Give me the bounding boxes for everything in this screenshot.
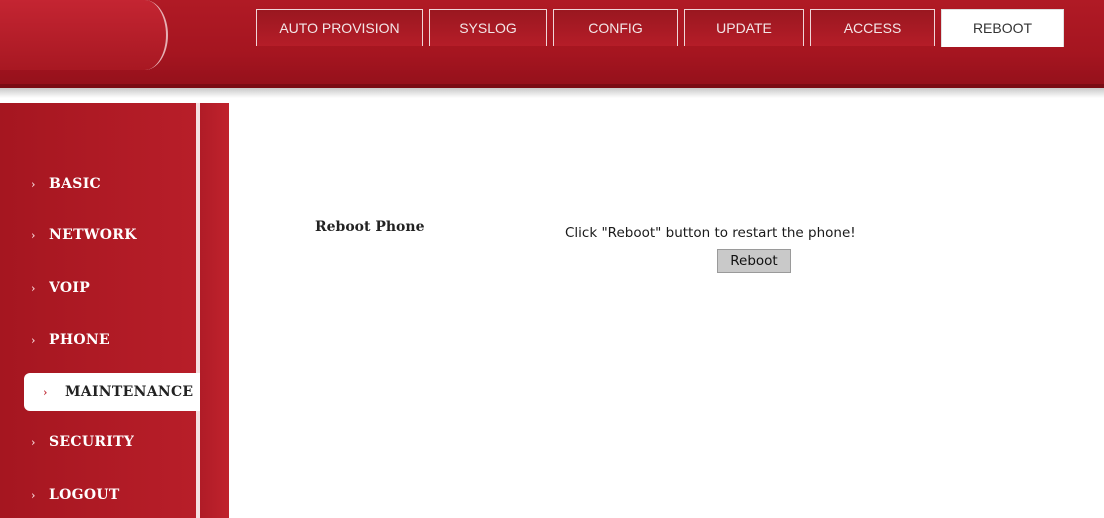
- sidebar-item-label: PHONE: [49, 332, 110, 348]
- sidebar-edge: [200, 103, 229, 518]
- tab-syslog[interactable]: SYSLOG: [429, 9, 547, 46]
- chevron-right-icon: ›: [31, 333, 36, 347]
- sidebar-item-label: MAINTENANCE: [65, 384, 194, 400]
- chevron-right-icon: ›: [31, 177, 36, 191]
- header-shadow: [0, 88, 1104, 98]
- tab-config[interactable]: CONFIG: [553, 9, 678, 46]
- reboot-instruction: Click "Reboot" button to restart the pho…: [565, 225, 856, 241]
- chevron-right-icon: ›: [31, 281, 36, 295]
- tab-update[interactable]: UPDATE: [684, 9, 804, 46]
- main-content: Reboot Phone Click "Reboot" button to re…: [229, 98, 1104, 518]
- sidebar-item-label: BASIC: [49, 176, 101, 192]
- chevron-right-icon: ›: [31, 488, 36, 502]
- sidebar-item-voip[interactable]: › VOIP: [0, 269, 196, 307]
- sidebar-item-label: VOIP: [49, 280, 91, 296]
- sidebar-item-logout[interactable]: › LOGOUT: [0, 476, 196, 514]
- reboot-button[interactable]: Reboot: [717, 249, 791, 273]
- chevron-right-icon: ›: [31, 228, 36, 242]
- chevron-right-icon: ›: [31, 435, 36, 449]
- tab-auto-provision[interactable]: AUTO PROVISION: [256, 9, 423, 46]
- section-title: Reboot Phone: [315, 219, 425, 235]
- sidebar-item-maintenance[interactable]: › MAINTENANCE: [24, 373, 200, 411]
- tab-access[interactable]: ACCESS: [810, 9, 935, 46]
- sidebar-item-basic[interactable]: › BASIC: [0, 165, 196, 203]
- sidebar-item-network[interactable]: › NETWORK: [0, 216, 196, 254]
- sidebar-item-security[interactable]: › SECURITY: [0, 423, 196, 461]
- sidebar-item-label: LOGOUT: [49, 487, 120, 503]
- logo-swoosh: [0, 0, 168, 70]
- sidebar-item-label: SECURITY: [49, 434, 135, 450]
- sidebar-item-label: NETWORK: [49, 227, 137, 243]
- top-header: [0, 0, 1104, 98]
- tab-reboot[interactable]: REBOOT: [941, 9, 1064, 47]
- sidebar-item-phone[interactable]: › PHONE: [0, 321, 196, 359]
- chevron-right-icon: ›: [43, 385, 48, 399]
